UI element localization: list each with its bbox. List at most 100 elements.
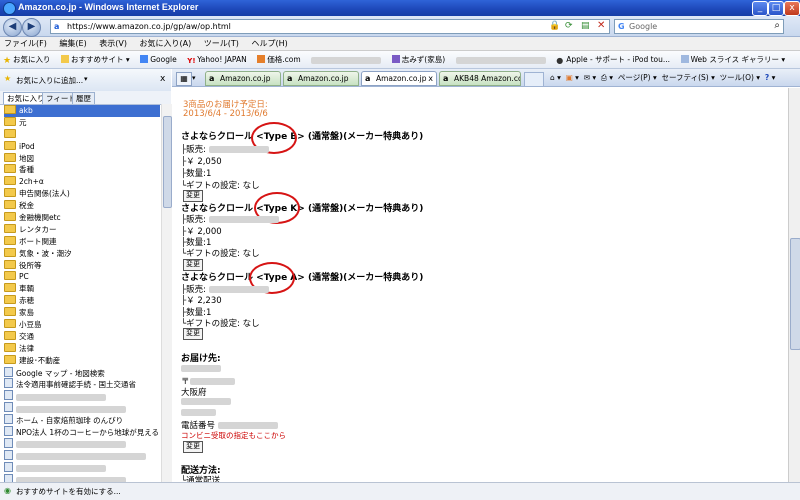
help-icon[interactable]: ? <box>765 73 769 82</box>
favorite-folder[interactable]: レンタカー <box>4 223 160 236</box>
search-box[interactable]: G Google ⌕ <box>614 19 784 34</box>
feeds-icon[interactable]: ▣ <box>566 73 573 82</box>
favorite-folder[interactable]: 元 <box>4 116 160 129</box>
menu-favorites[interactable]: お気に入り(A) <box>140 37 192 51</box>
favorite-link[interactable]: Google マップ - 地図検索 <box>4 366 160 379</box>
favorite-folder[interactable] <box>4 128 160 141</box>
refresh-icon[interactable]: ⟳ <box>565 21 573 31</box>
forward-button[interactable]: ▶ <box>22 18 41 37</box>
page-scroll-thumb[interactable] <box>790 238 800 350</box>
favorite-folder[interactable]: ボート関連 <box>4 235 160 248</box>
fav-google[interactable]: Google <box>140 51 177 68</box>
title-suffix: > (通常盤)(メーカー特典あり) <box>297 132 424 142</box>
favorites-button[interactable]: ★ お気に入り <box>3 51 51 68</box>
change-button-3[interactable]: 変更 <box>183 328 203 340</box>
fav-blurred[interactable] <box>311 51 382 68</box>
new-tab-button[interactable] <box>524 72 544 87</box>
search-icon[interactable]: ⌕ <box>774 20 780 31</box>
folder-icon <box>4 283 16 293</box>
quick-tabs-icon[interactable]: ▦ <box>176 72 192 86</box>
favorite-link[interactable]: ホーム - 自家焙煎珈琲 のんびり <box>4 414 160 426</box>
tab-close-icon[interactable]: x <box>428 72 433 85</box>
add-favorite-button[interactable]: お気に入りに追加... <box>16 75 83 86</box>
home-icon[interactable]: ⌂ <box>550 73 555 82</box>
favorite-folder[interactable]: 香種 <box>4 164 160 176</box>
menu-help[interactable]: ヘルプ(H) <box>251 37 287 51</box>
tab-list-dropdown-icon[interactable]: ▾ <box>192 74 196 82</box>
url-text[interactable]: https://www.amazon.co.jp/gp/aw/op.html <box>67 22 231 31</box>
folder-icon <box>4 164 16 174</box>
print-icon[interactable]: ⎙ <box>601 73 607 82</box>
tab-history[interactable]: 履歴 <box>72 92 95 104</box>
favorite-link[interactable] <box>4 402 160 414</box>
mail-icon[interactable]: ✉ <box>584 73 590 82</box>
tab-4[interactable]: a AKB48 Amazon.co... <box>439 71 521 86</box>
favorite-link[interactable] <box>4 437 160 450</box>
sidebar-scrollbar[interactable] <box>161 104 172 482</box>
favorite-label: 元 <box>19 117 27 127</box>
favorite-link[interactable]: 法令適用事前確認手続 - 国土交通省 <box>4 378 160 390</box>
menu-edit[interactable]: 編集(E) <box>59 37 86 51</box>
favorite-folder[interactable]: 役所等 <box>4 259 160 272</box>
favorite-folder[interactable]: PC <box>4 271 160 283</box>
address-line-blurred-2 <box>181 397 231 407</box>
favorite-label: 赤穂 <box>19 296 34 306</box>
sidebar-scroll-thumb[interactable] <box>163 116 172 208</box>
favorite-folder[interactable]: 申告関係(法人) <box>4 188 160 200</box>
product-title-3[interactable]: さよならクロール <Type A> (通常盤)(メーカー特典あり) <box>181 270 423 283</box>
close-button[interactable]: x <box>784 1 800 16</box>
favorite-folder[interactable]: 気象・波・潮汐 <box>4 247 160 260</box>
menu-view[interactable]: 表示(V) <box>99 37 127 51</box>
tools-menu[interactable]: ツール(O) ▾ <box>720 73 760 82</box>
sidebar-close-button[interactable]: x <box>160 74 165 84</box>
back-button[interactable]: ◀ <box>3 18 22 37</box>
fav-kakaku[interactable]: 価格.com <box>257 51 301 68</box>
product-title-1[interactable]: さよならクロール <Type B> (通常盤)(メーカー特典あり) <box>181 129 423 142</box>
fav-blurred-2[interactable] <box>455 51 546 68</box>
favorite-folder[interactable]: 家島 <box>4 307 160 319</box>
amazon-tab-icon: a <box>443 74 449 83</box>
favorite-folder[interactable]: 2ch+α <box>4 176 160 188</box>
folder-icon <box>4 235 16 245</box>
favorite-folder[interactable]: 法律 <box>4 342 160 355</box>
fav-suggested-sites[interactable]: おすすめサイト ▾ <box>61 51 130 68</box>
favorite-folder[interactable]: akb <box>4 105 160 117</box>
tab-1[interactable]: a Amazon.co.jp <box>205 71 281 86</box>
add-favorite-dropdown-icon[interactable]: ▾ <box>84 75 88 83</box>
favorite-link[interactable] <box>4 390 160 402</box>
tab-2[interactable]: a Amazon.co.jp <box>283 71 359 86</box>
favorite-folder[interactable]: 車輌 <box>4 283 160 295</box>
convenience-store-link[interactable]: コンビニ受取の指定もここから <box>181 430 286 441</box>
tab-3-active[interactable]: a Amazon.co.jp x <box>361 71 437 86</box>
lock-icon[interactable]: 🔒 <box>549 21 560 31</box>
tab-bar: ▦ ▾ a Amazon.co.jp a Amazon.co.jp a Amazon.… <box>172 69 800 87</box>
favorite-folder[interactable]: 交通 <box>4 330 160 343</box>
change-address-button[interactable]: 変更 <box>183 441 203 453</box>
favorite-link[interactable] <box>4 449 160 462</box>
status-text[interactable]: おすすめサイトを有効にする... <box>16 486 121 497</box>
favorite-link[interactable]: NPO法人 1杯のコーヒーから地球が見える <box>4 426 160 438</box>
favorite-folder[interactable]: 赤穂 <box>4 295 160 307</box>
stop-icon[interactable]: ✕ <box>597 20 605 31</box>
fav-web-slice[interactable]: Web スライス ギャラリー ▾ <box>680 51 785 68</box>
favorite-folder[interactable]: 小豆島 <box>4 319 160 331</box>
favorite-folder[interactable]: 地図 <box>4 152 160 165</box>
fav-shimizu[interactable]: 志みず(家島) <box>391 51 445 68</box>
safety-menu[interactable]: セーフティ(S) ▾ <box>662 73 715 82</box>
favorite-link[interactable] <box>4 461 160 474</box>
menu-tools[interactable]: ツール(T) <box>204 37 239 51</box>
fav-yahoo[interactable]: Y! Yahoo! JAPAN <box>187 51 246 68</box>
favorite-folder[interactable]: iPod <box>4 140 160 153</box>
favorite-folder[interactable]: 金融機関etc <box>4 212 160 224</box>
minimize-button[interactable]: _ <box>752 1 768 16</box>
address-bar[interactable]: a https://www.amazon.co.jp/gp/aw/op.html… <box>50 19 610 34</box>
favorite-folder[interactable]: 税金 <box>4 200 160 212</box>
fav-apple[interactable]: ● Apple - サポート - iPod tou... <box>556 51 670 68</box>
favorite-folder[interactable]: 建設･不動産 <box>4 354 160 367</box>
gift-setting-2: └ギフトの設定: なし <box>181 249 260 259</box>
page-menu[interactable]: ページ(P) ▾ <box>618 73 657 82</box>
menu-file[interactable]: ファイル(F) <box>4 37 47 51</box>
compat-icon[interactable]: ▤ <box>581 21 590 31</box>
maximize-button[interactable]: □ <box>768 1 784 16</box>
page-scrollbar[interactable] <box>788 88 800 482</box>
